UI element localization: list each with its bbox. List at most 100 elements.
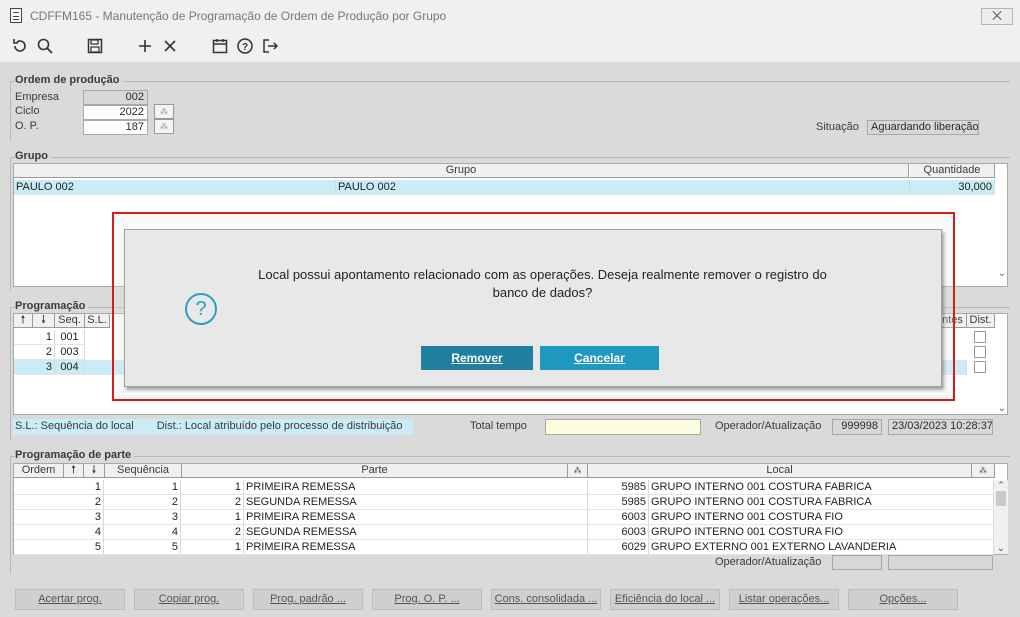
table-row[interactable]: 2 2 2 SEGUNDA REMESSA 5985 GRUPO INTERNO 001 …: [14, 495, 994, 510]
operador-field: 999998: [832, 419, 882, 435]
ln-cell[interactable]: 6029: [587, 540, 649, 555]
move-up-icon[interactable]: 🠕: [64, 464, 84, 478]
total-tempo-label: Total tempo: [470, 420, 527, 432]
op-field[interactable]: 187: [83, 120, 148, 135]
parte-cell[interactable]: PRIMEIRA REMESSA: [244, 480, 588, 495]
close-button[interactable]: ⨉: [981, 8, 1013, 25]
save-icon[interactable]: [85, 36, 105, 56]
dist-col-header[interactable]: Dist.: [967, 314, 995, 328]
seq-cell[interactable]: 1: [104, 480, 181, 495]
undo-icon[interactable]: [10, 36, 30, 56]
parte-scrollbar[interactable]: ⌃ ⌄: [994, 480, 1008, 554]
copiar-prog-button[interactable]: Copiar prog.: [134, 589, 244, 610]
sequencia-col-header[interactable]: Sequência: [105, 464, 182, 478]
seq-col-header[interactable]: Seq.: [55, 314, 85, 328]
scroll-up-icon[interactable]: ⌃: [994, 480, 1008, 491]
pn-cell[interactable]: 1: [181, 510, 244, 525]
parte-cell[interactable]: SEGUNDA REMESSA: [244, 525, 588, 540]
empresa-label: Empresa: [15, 91, 60, 103]
calendar-icon[interactable]: [210, 36, 230, 56]
dist-checkbox[interactable]: [974, 346, 986, 358]
op-lookup-button[interactable]: ⁂: [154, 119, 174, 134]
ln-cell[interactable]: 5985: [587, 495, 649, 510]
local-cell[interactable]: GRUPO INTERNO 001 COSTURA FABRICA: [649, 480, 994, 495]
pn-cell[interactable]: 2: [181, 495, 244, 510]
table-row[interactable]: 5 5 1 PRIMEIRA REMESSA 6029 GRUPO EXTERNO 001…: [14, 540, 994, 555]
dist-checkbox[interactable]: [974, 331, 986, 343]
ciclo-field[interactable]: 2022: [83, 105, 148, 120]
seq-cell[interactable]: 2: [104, 495, 181, 510]
quantidade-cell[interactable]: 30,000: [910, 180, 995, 195]
parte-operador-atualizacao-label: Operador/Atualização: [715, 556, 822, 568]
grupo-col-header[interactable]: Grupo: [14, 164, 909, 178]
dist-note: Dist.: Local atribuído pelo processo de …: [156, 420, 403, 432]
parte-cell[interactable]: PRIMEIRA REMESSA: [244, 540, 588, 555]
parte-lookup-icon[interactable]: ⁂: [568, 464, 588, 478]
ordem-cell[interactable]: 3: [14, 510, 104, 525]
cons-consolidada-button[interactable]: Cons. consolidada ...: [491, 589, 601, 610]
opcoes-button[interactable]: Opções...: [848, 589, 958, 610]
parte-col-header[interactable]: Parte: [182, 464, 568, 478]
remover-button[interactable]: Remover: [421, 346, 533, 370]
table-row[interactable]: 1 1 1 PRIMEIRA REMESSA 5985 GRUPO INTERNO 001…: [14, 480, 994, 495]
seq-cell[interactable]: 5: [104, 540, 181, 555]
table-row[interactable]: 4 4 2 SEGUNDA REMESSA 6003 GRUPO INTERNO 001 …: [14, 525, 994, 540]
ciclo-lookup-button[interactable]: ⁂: [154, 104, 174, 119]
local-cell[interactable]: GRUPO INTERNO 001 COSTURA FIO: [649, 510, 994, 525]
search-icon[interactable]: [35, 36, 55, 56]
ln-cell[interactable]: 6003: [587, 525, 649, 540]
programacao-scroll-down-icon[interactable]: ⌄: [995, 403, 1009, 414]
help-icon[interactable]: ?: [235, 36, 255, 56]
add-icon[interactable]: [135, 36, 155, 56]
scroll-down-icon[interactable]: ⌄: [994, 543, 1008, 554]
parte-cell[interactable]: SEGUNDA REMESSA: [244, 495, 588, 510]
prog-padrao-button[interactable]: Prog. padrão ...: [253, 589, 363, 610]
eficiencia-local-button[interactable]: Eficiência do local ...: [610, 589, 720, 610]
grupo-cell[interactable]: PAULO 002: [14, 180, 336, 195]
seq-cell[interactable]: 3: [104, 510, 181, 525]
local-cell[interactable]: GRUPO INTERNO 001 COSTURA FIO: [649, 525, 994, 540]
move-up-icon[interactable]: 🠕: [14, 314, 33, 328]
acertar-prog-button[interactable]: Acertar prog.: [15, 589, 125, 610]
local-col-header[interactable]: Local: [588, 464, 972, 478]
move-down-icon[interactable]: 🠗: [33, 314, 55, 328]
ordem-cell[interactable]: 5: [14, 540, 104, 555]
local-cell[interactable]: GRUPO INTERNO 001 COSTURA FABRICA: [649, 495, 994, 510]
parte-atualizacao-field: [888, 555, 993, 570]
quantidade-col-header[interactable]: Quantidade: [910, 164, 995, 178]
table-row[interactable]: 3 3 1 PRIMEIRA REMESSA 6003 GRUPO INTERNO 001…: [14, 510, 994, 525]
ln-cell[interactable]: 5985: [587, 480, 649, 495]
sl-col-header[interactable]: S.L.: [85, 314, 110, 328]
move-down-icon[interactable]: 🠗: [84, 464, 105, 478]
dist-checkbox[interactable]: [974, 361, 986, 373]
dialog-message: Local possui apontamento relacionado com…: [258, 267, 827, 300]
local-lookup-icon[interactable]: ⁂: [972, 464, 995, 478]
ordem-cell[interactable]: 4: [14, 525, 104, 540]
question-icon: ?: [185, 293, 217, 325]
pn-cell[interactable]: 1: [181, 480, 244, 495]
listar-operacoes-button[interactable]: Listar operações...: [729, 589, 839, 610]
seq-cell[interactable]: 003: [55, 345, 85, 360]
delete-icon[interactable]: [160, 36, 180, 56]
row-number: 2: [14, 345, 55, 360]
exit-icon[interactable]: [260, 36, 280, 56]
total-tempo-field[interactable]: [545, 419, 701, 435]
ordem-cell[interactable]: 2: [14, 495, 104, 510]
seq-cell[interactable]: 4: [104, 525, 181, 540]
seq-cell[interactable]: 004: [55, 360, 85, 375]
ordem-col-header[interactable]: Ordem: [14, 464, 64, 478]
prog-op-button[interactable]: Prog. O. P. ...: [372, 589, 482, 610]
ln-cell[interactable]: 6003: [587, 510, 649, 525]
grupo-cell[interactable]: PAULO 002: [336, 180, 910, 195]
empresa-field[interactable]: 002: [83, 90, 148, 105]
grupo-scroll-down-icon[interactable]: ⌄: [995, 268, 1009, 279]
seq-cell[interactable]: 001: [55, 330, 85, 345]
cancelar-button[interactable]: Cancelar: [540, 346, 659, 370]
local-cell[interactable]: GRUPO EXTERNO 001 EXTERNO LAVANDERIA: [649, 540, 994, 555]
pn-cell[interactable]: 2: [181, 525, 244, 540]
scroll-thumb[interactable]: [996, 491, 1006, 506]
row-number: 1: [14, 330, 55, 345]
pn-cell[interactable]: 1: [181, 540, 244, 555]
ordem-cell[interactable]: 1: [14, 480, 104, 495]
parte-cell[interactable]: PRIMEIRA REMESSA: [244, 510, 588, 525]
